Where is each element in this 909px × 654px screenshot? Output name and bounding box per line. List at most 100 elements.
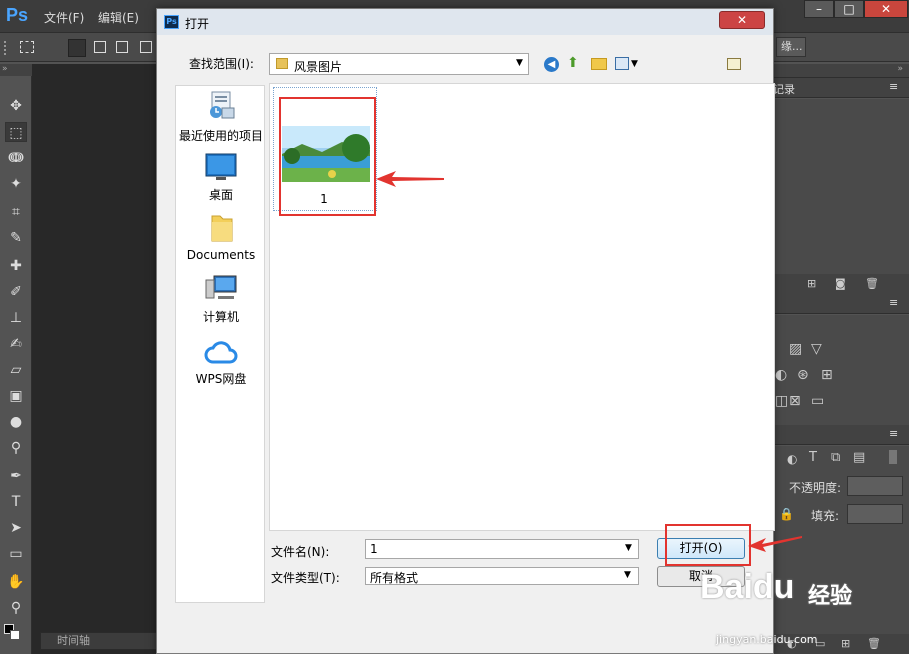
desktop-icon: [204, 152, 238, 182]
panel-menu-icon[interactable]: ≡: [889, 427, 898, 440]
nav-label-wps-cloud: WPS网盘: [195, 372, 247, 386]
toolbar-grip-icon: »: [0, 64, 32, 76]
chevron-down-icon[interactable]: ▼: [631, 59, 638, 69]
lock-icon: 🔒: [779, 507, 794, 521]
filter-toggle[interactable]: [889, 450, 897, 464]
nav-item-wps-cloud[interactable]: WPS网盘: [176, 336, 266, 388]
panel-menu-icon[interactable]: ≡: [889, 80, 898, 93]
filename-input[interactable]: [365, 539, 639, 559]
color-balance-icon[interactable]: ⊛: [797, 367, 809, 383]
curves-icon[interactable]: ▽: [811, 341, 822, 357]
watermark-url: jingyan.baidu.com: [716, 633, 818, 646]
add-selection-icon[interactable]: [94, 41, 106, 53]
filetype-combo[interactable]: 所有格式 ▼: [365, 567, 639, 585]
crop-tool-icon[interactable]: ⌗: [5, 202, 27, 222]
highlight-box-open-button: [665, 524, 751, 566]
marquee-preset-icon[interactable]: [20, 41, 34, 53]
stamp-tool-icon[interactable]: ⊥: [5, 308, 27, 328]
cloud-icon: [204, 338, 238, 368]
menu-file[interactable]: 文件(F): [44, 9, 84, 26]
lasso-tool-icon[interactable]: ↈ: [5, 148, 27, 168]
type-filter-icon[interactable]: T: [809, 450, 817, 465]
back-icon[interactable]: ◀: [544, 57, 559, 72]
background-color-swatch[interactable]: [10, 630, 20, 640]
magic-wand-tool-icon[interactable]: ✦: [5, 174, 27, 194]
view-menu-icon[interactable]: [615, 57, 629, 70]
up-folder-icon[interactable]: ⬆: [567, 55, 583, 71]
document-workspace: [32, 64, 158, 654]
shape-tool-icon[interactable]: ▭: [5, 544, 27, 564]
nav-item-desktop[interactable]: 桌面: [176, 152, 266, 204]
opacity-input[interactable]: [847, 476, 903, 496]
adjustments-panel-body: ▨ ▽ ◐ ⊛ ⊞ ◫ ⊠ ▭: [771, 315, 909, 425]
look-in-combo[interactable]: 风景图片 ▼: [269, 53, 529, 75]
trash-icon[interactable]: 🗑: [865, 277, 879, 290]
history-tab[interactable]: 记录: [773, 81, 795, 97]
look-in-value: 风景图片: [294, 60, 343, 74]
pen-tool-icon[interactable]: ✒: [5, 466, 27, 486]
places-bar: 最近使用的项目 桌面 Documents 计算机 WPS网盘: [175, 85, 265, 603]
recent-items-icon: [204, 90, 238, 120]
layers-panel-header: ≡: [771, 425, 909, 445]
dodge-tool-icon[interactable]: ⚲: [5, 438, 27, 458]
new-selection-icon[interactable]: [68, 39, 86, 57]
history-panel-footer: ⊞ ◙ 🗑: [771, 274, 909, 294]
new-layer-icon[interactable]: ⊞: [841, 637, 850, 650]
brush-tool-icon[interactable]: ✐: [5, 282, 27, 302]
hue-icon[interactable]: ◐: [775, 367, 787, 383]
nav-item-recent[interactable]: 最近使用的项目: [176, 90, 266, 146]
intersect-selection-icon[interactable]: [140, 41, 152, 53]
preview-icon[interactable]: [727, 58, 741, 70]
timeline-tab[interactable]: 时间轴: [40, 632, 158, 650]
type-tool-icon[interactable]: T: [5, 492, 27, 512]
refine-edge-button[interactable]: 缘...: [776, 37, 806, 57]
healing-brush-tool-icon[interactable]: ✚: [5, 256, 27, 276]
new-snapshot-icon[interactable]: ⊞: [807, 277, 816, 290]
marquee-tool-icon[interactable]: ⬚: [5, 122, 27, 142]
smart-object-filter-icon[interactable]: ▤: [853, 450, 865, 465]
gradient-map-icon[interactable]: ▭: [811, 393, 824, 409]
tools-panel: » ✥ ⬚ ↈ ✦ ⌗ ✎ ✚ ✐ ⊥ ✍ ▱ ▣ ● ⚲ ✒ T ➤ ▭ ✋ …: [0, 64, 32, 654]
menu-edit[interactable]: 编辑(E): [98, 9, 139, 26]
history-panel-header: 记录 ≡: [771, 78, 909, 98]
eyedropper-tool-icon[interactable]: ✎: [5, 228, 27, 248]
blur-tool-icon[interactable]: ●: [5, 412, 27, 432]
trash-icon[interactable]: 🗑: [867, 637, 881, 650]
right-panels: » 记录 ≡ ⊞ ◙ 🗑 ≡ ▨ ▽ ◐ ⊛ ⊞ ◫ ⊠ ▭ ≡ ◐ T ⧉ ▤…: [771, 64, 909, 654]
shape-filter-icon[interactable]: ⧉: [831, 450, 840, 465]
move-tool-icon[interactable]: ✥: [5, 96, 27, 116]
minimize-button[interactable]: –: [804, 0, 834, 18]
hand-tool-icon[interactable]: ✋: [5, 572, 27, 592]
dialog-titlebar: Ps 打开 ✕: [157, 9, 773, 35]
dialog-close-button[interactable]: ✕: [719, 11, 765, 29]
subtract-selection-icon[interactable]: [116, 41, 128, 53]
nav-label-documents: Documents: [186, 248, 256, 262]
camera-icon[interactable]: ◙: [835, 277, 846, 290]
highlight-box-file: [279, 97, 376, 216]
panel-collapse-icon[interactable]: »: [771, 64, 909, 78]
panel-menu-icon[interactable]: ≡: [889, 296, 898, 309]
posterize-icon[interactable]: ⊠: [789, 393, 801, 409]
adjustment-filter-icon[interactable]: ◐: [787, 452, 797, 466]
dialog-title: 打开: [185, 17, 210, 31]
filetype-value: 所有格式: [370, 571, 419, 585]
path-selection-tool-icon[interactable]: ➤: [5, 518, 27, 538]
fill-input[interactable]: [847, 504, 903, 524]
channel-mixer-icon[interactable]: ⊞: [821, 367, 833, 383]
zoom-tool-icon[interactable]: ⚲: [5, 598, 27, 618]
close-app-button[interactable]: ✕: [864, 0, 908, 18]
levels-icon[interactable]: ▨: [789, 341, 802, 357]
maximize-button[interactable]: □: [834, 0, 864, 18]
history-brush-tool-icon[interactable]: ✍: [5, 334, 27, 354]
nav-item-computer[interactable]: 计算机: [176, 274, 266, 326]
nav-item-documents[interactable]: Documents: [176, 212, 266, 264]
opacity-label: 不透明度:: [789, 481, 842, 495]
chevron-down-icon: ▼: [624, 570, 631, 580]
invert-icon[interactable]: ◫: [775, 393, 788, 409]
photoshop-icon: Ps: [164, 15, 179, 29]
chevron-down-icon[interactable]: ▼: [625, 543, 632, 553]
gradient-tool-icon[interactable]: ▣: [5, 386, 27, 406]
new-folder-icon[interactable]: [591, 58, 607, 70]
photoshop-logo: Ps: [6, 5, 29, 25]
eraser-tool-icon[interactable]: ▱: [5, 360, 27, 380]
